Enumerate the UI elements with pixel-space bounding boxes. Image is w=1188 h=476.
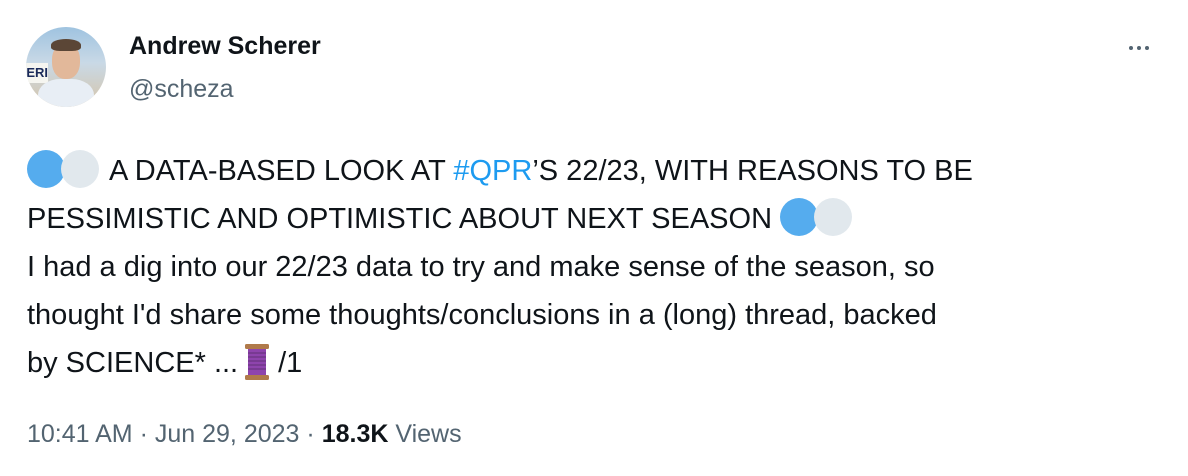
views-count[interactable]: 18.3K <box>322 420 389 448</box>
white-circle-icon <box>814 198 853 236</box>
tweet-line-5: by SCIENCE* ... /1 <box>27 339 1167 387</box>
views-label: Views <box>395 420 462 448</box>
emoji-circles <box>27 147 99 195</box>
tweet-line-2: PESSIMISTIC AND OPTIMISTIC ABOUT NEXT SE… <box>27 195 1167 243</box>
author-handle[interactable]: @scheza <box>129 75 234 104</box>
tweet-line-1: A DATA-BASED LOOK AT #QPR’S 22/23, WITH … <box>27 147 1167 195</box>
white-circle-icon <box>61 150 99 188</box>
tweet-text-segment: /1 <box>278 347 303 379</box>
blue-circle-icon <box>27 150 65 188</box>
avatar-sign: ERI <box>26 63 48 83</box>
tweet-text-segment: ’S 22/23, WITH REASONS TO BE <box>532 155 973 187</box>
blue-circle-icon <box>780 198 819 236</box>
avatar[interactable]: ERI <box>26 27 106 107</box>
meta-separator: · <box>139 420 148 448</box>
emoji-circles <box>780 195 853 243</box>
more-options-button[interactable] <box>1122 36 1156 60</box>
tweet-line-3: I had a dig into our 22/23 data to try a… <box>27 251 935 283</box>
tweet-text: A DATA-BASED LOOK AT #QPR’S 22/23, WITH … <box>27 147 1167 387</box>
more-dot-icon <box>1145 46 1149 50</box>
avatar-hair <box>51 39 81 51</box>
author-name[interactable]: Andrew Scherer <box>129 32 321 61</box>
tweet-card: ERI Andrew Scherer @scheza A DATA-BASED … <box>0 0 1188 476</box>
avatar-shirt <box>38 79 94 107</box>
tweet-text-segment: A DATA-BASED LOOK AT <box>109 155 454 187</box>
meta-separator: · <box>306 420 315 448</box>
more-dot-icon <box>1129 46 1133 50</box>
hashtag-link[interactable]: #QPR <box>453 155 532 187</box>
tweet-meta: 10:41 AM · Jun 29, 2023 · 18.3K Views <box>27 420 462 449</box>
tweet-text-segment: by SCIENCE* ... <box>27 347 239 379</box>
tweet-text-segment: PESSIMISTIC AND OPTIMISTIC ABOUT NEXT SE… <box>27 203 773 235</box>
tweet-time[interactable]: 10:41 AM <box>27 420 133 448</box>
thread-spool-icon <box>245 344 270 380</box>
tweet-date[interactable]: Jun 29, 2023 <box>155 420 300 448</box>
more-dot-icon <box>1137 46 1141 50</box>
tweet-line-4: thought I'd share some thoughts/conclusi… <box>27 299 937 331</box>
